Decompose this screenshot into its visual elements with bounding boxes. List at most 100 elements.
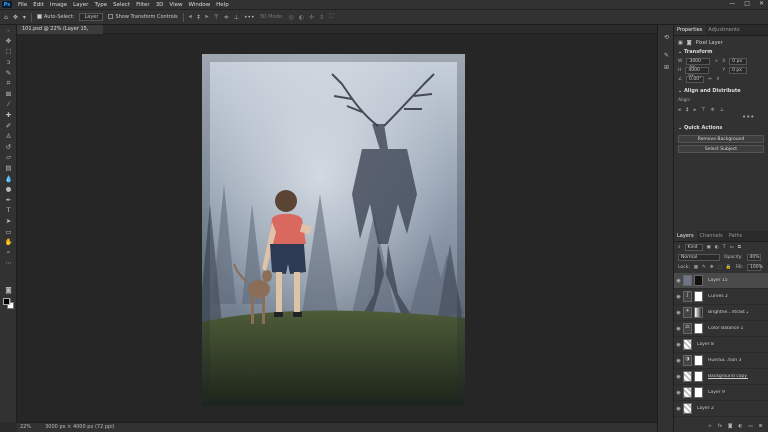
align-h-centers-icon[interactable]: ‡ xyxy=(686,107,689,113)
fill-field[interactable]: 100% xyxy=(747,263,763,271)
layer-mask-thumbnail[interactable] xyxy=(694,307,703,318)
eye-icon[interactable]: ◉ xyxy=(674,374,683,380)
document-canvas[interactable] xyxy=(202,54,465,406)
menu-edit[interactable]: Edit xyxy=(33,2,44,8)
eye-icon[interactable]: ◉ xyxy=(674,278,683,284)
zoom-level[interactable]: 22% xyxy=(20,423,31,432)
marquee-tool-icon[interactable]: ⬚ xyxy=(0,46,17,57)
dodge-tool-icon[interactable]: ● xyxy=(0,184,17,195)
pen-tool-icon[interactable]: ✒ xyxy=(0,195,17,206)
close-window-button[interactable]: ✕ xyxy=(759,0,764,7)
more-align-options[interactable]: ••• xyxy=(674,114,768,121)
crop-tool-icon[interactable]: ⌗ xyxy=(0,78,17,89)
history-brush-tool-icon[interactable]: ↺ xyxy=(0,142,17,153)
layer-row-hue-saturation-3[interactable]: ◉ ◑ Hue/Sa...tion 3 xyxy=(674,353,768,369)
3d-orbit-icon[interactable]: ◎ xyxy=(289,14,294,21)
menu-layer[interactable]: Layer xyxy=(73,2,88,8)
eye-icon[interactable]: ◉ xyxy=(674,294,683,300)
type-tool-icon[interactable]: T xyxy=(0,205,17,216)
menu-type[interactable]: Type xyxy=(94,2,107,8)
filter-type-icon[interactable]: T xyxy=(723,245,726,250)
align-left-icon[interactable]: ⫷ xyxy=(189,13,192,21)
menu-view[interactable]: View xyxy=(169,2,182,8)
layer-name[interactable]: Layer 9 xyxy=(708,390,748,395)
zoom-tool-icon[interactable]: ⌕ xyxy=(0,247,17,258)
layer-mask-thumbnail[interactable] xyxy=(694,387,703,398)
fx-icon[interactable]: fx xyxy=(718,424,722,429)
filter-adjust-icon[interactable]: ◐ xyxy=(715,245,719,250)
show-transform-checkbox[interactable]: Show Transform Controls xyxy=(108,14,178,20)
layer-row-layer-8[interactable]: ◉ Layer 8 xyxy=(674,337,768,353)
layer-row-layer-15[interactable]: ◉ Layer 15 xyxy=(674,273,768,289)
lock-paint-icon[interactable]: ✎ xyxy=(702,265,706,270)
flip-vertical-icon[interactable]: ⇕ xyxy=(716,77,720,82)
brush-tool-icon[interactable]: ✐ xyxy=(0,120,17,131)
gradient-tool-icon[interactable]: ▤ xyxy=(0,163,17,174)
y-field[interactable]: 0 px xyxy=(729,67,748,74)
new-group-icon[interactable]: ▭ xyxy=(748,424,752,429)
path-select-tool-icon[interactable]: ➤ xyxy=(0,216,17,227)
eraser-tool-icon[interactable]: ▱ xyxy=(0,152,17,163)
quick-actions-title[interactable]: ⌄ Quick Actions xyxy=(674,123,768,133)
eye-icon[interactable]: ◉ xyxy=(674,326,683,332)
remove-background-button[interactable]: Remove Background xyxy=(678,135,764,143)
adjustments-panel-icon[interactable]: ⊞ xyxy=(658,61,675,73)
lock-all-icon[interactable]: 🔒 xyxy=(726,265,732,270)
layer-row-background-copy-2[interactable]: ◉ Background copy 2 xyxy=(674,369,768,385)
tab-paths[interactable]: Paths xyxy=(726,231,746,241)
healing-brush-tool-icon[interactable]: ✚ xyxy=(0,110,17,121)
align-middle-icon[interactable]: ≑ xyxy=(224,14,229,21)
layer-mask-thumbnail[interactable] xyxy=(694,275,703,286)
lock-pixels-icon[interactable]: ▦ xyxy=(694,265,698,270)
layer-mask-thumbnail[interactable] xyxy=(694,291,703,302)
layer-row-color-balance-1[interactable]: ◉ ⚖ Color Balance 1 xyxy=(674,321,768,337)
quick-select-tool-icon[interactable]: ✎ xyxy=(0,67,17,78)
select-subject-button[interactable]: Select Subject xyxy=(678,145,764,153)
layer-row-curves-2[interactable]: ◉ ∫ Curves 2 xyxy=(674,289,768,305)
link-layers-icon[interactable]: ∞ xyxy=(708,424,712,429)
lock-move-icon[interactable]: ✥ xyxy=(710,265,714,270)
filter-search-icon[interactable]: ⌕ xyxy=(678,244,681,250)
tab-layers[interactable]: Layers xyxy=(674,231,697,241)
x-field[interactable]: 0 px xyxy=(729,58,748,65)
filter-smart-icon[interactable]: ⧉ xyxy=(738,244,741,250)
move-tool-icon[interactable]: ✥ xyxy=(13,14,18,21)
filter-shape-icon[interactable]: ▭ xyxy=(729,245,733,250)
layer-row-layer-2[interactable]: ◉ Layer 2 xyxy=(674,401,768,417)
layer-name[interactable]: Curves 2 xyxy=(708,294,748,299)
layer-name[interactable]: Color Balance 1 xyxy=(708,326,748,331)
align-right-edges-icon[interactable]: ⫸ xyxy=(693,107,696,113)
maximize-button[interactable]: □ xyxy=(744,0,750,7)
collapse-icon[interactable]: » xyxy=(0,25,17,36)
transform-section-title[interactable]: ⌄ Transform xyxy=(674,47,768,57)
hand-tool-icon[interactable]: ✋ xyxy=(0,237,17,248)
tab-channels[interactable]: Channels xyxy=(697,231,726,241)
layer-row-brightness-contrast-2[interactable]: ◉ ☀ Brightne...ntrast 2 xyxy=(674,305,768,321)
align-right-icon[interactable]: ⫸ xyxy=(205,13,208,21)
flip-horizontal-icon[interactable]: ⇔ xyxy=(708,77,712,82)
align-bottom-edges-icon[interactable]: ⊥ xyxy=(720,107,724,113)
menu-file[interactable]: File xyxy=(18,2,27,8)
align-section-title[interactable]: ⌄ Align and Distribute xyxy=(674,86,768,96)
eye-icon[interactable]: ◉ xyxy=(674,358,683,364)
layer-mask-thumbnail[interactable] xyxy=(694,371,703,382)
align-top-edges-icon[interactable]: ⊤ xyxy=(701,107,705,113)
stamp-tool-icon[interactable]: ♙ xyxy=(0,131,17,142)
3d-pan-icon[interactable]: ✣ xyxy=(309,14,314,21)
new-layer-icon[interactable]: ⊞ xyxy=(759,424,763,429)
document-tab[interactable]: 101.psd @ 22% (Layer 15, RGB/8#) * × xyxy=(17,25,103,41)
tool-preset-chevron-icon[interactable]: ▾ xyxy=(23,14,26,21)
blend-mode-dropdown[interactable]: Normal xyxy=(678,253,720,261)
more-options-icon[interactable]: ••• xyxy=(244,14,255,21)
align-center-icon[interactable]: ‡ xyxy=(197,14,200,21)
layer-name[interactable]: Background copy 2 xyxy=(708,374,748,379)
eye-icon[interactable]: ◉ xyxy=(674,310,683,316)
lock-artboard-icon[interactable]: ⬚ xyxy=(718,265,722,270)
history-panel-icon[interactable]: ⟲ xyxy=(658,31,675,43)
menu-3d[interactable]: 3D xyxy=(156,2,164,8)
eyedropper-tool-icon[interactable]: ⁄ xyxy=(0,99,17,110)
eye-icon[interactable]: ◉ xyxy=(674,406,683,412)
layer-mask-thumbnail[interactable] xyxy=(694,355,703,366)
layer-name[interactable]: Layer 2 xyxy=(697,406,737,411)
minimize-button[interactable]: — xyxy=(729,0,735,7)
